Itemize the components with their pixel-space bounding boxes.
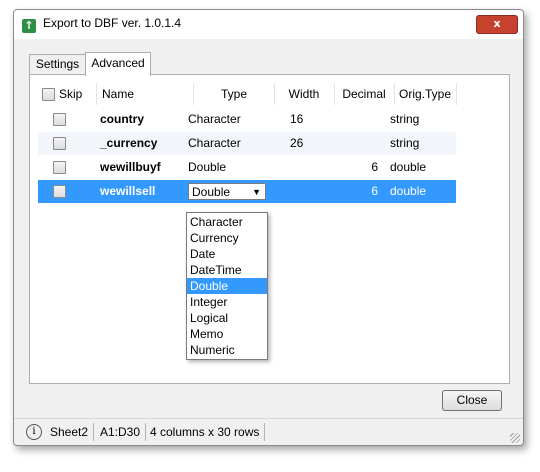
field-name: wewillbuyf xyxy=(100,160,161,174)
skip-checkbox[interactable] xyxy=(53,161,66,174)
table-row[interactable]: _currency Character 26 string xyxy=(38,132,456,155)
field-decimal[interactable]: 6 xyxy=(354,180,378,203)
type-select[interactable]: Double ▼ xyxy=(188,183,266,200)
type-option-double[interactable]: Double xyxy=(187,278,267,294)
field-name: _currency xyxy=(100,136,158,150)
info-icon: i xyxy=(26,424,42,440)
field-orig-type: double xyxy=(390,184,427,198)
header-decimal[interactable]: Decimal xyxy=(334,83,395,105)
header-orig-type[interactable]: Orig.Type xyxy=(394,83,457,105)
status-range: A1:D30 xyxy=(100,423,147,441)
window-title: Export to DBF ver. 1.0.1.4 xyxy=(43,16,182,30)
field-width[interactable]: 26 xyxy=(290,132,303,155)
field-orig-type: string xyxy=(390,112,420,126)
skip-checkbox[interactable] xyxy=(53,113,66,126)
type-select-value: Double xyxy=(192,185,231,199)
field-name: country xyxy=(100,112,145,126)
field-orig-type: string xyxy=(390,136,420,150)
header-skip-label: Skip xyxy=(59,87,83,101)
type-option-integer[interactable]: Integer xyxy=(187,294,267,310)
type-option-logical[interactable]: Logical xyxy=(187,310,267,326)
type-option-numeric[interactable]: Numeric xyxy=(187,342,267,358)
type-dropdown-list: Character Currency Date DateTime Double … xyxy=(186,212,268,360)
type-option-memo[interactable]: Memo xyxy=(187,326,267,342)
chevron-down-icon[interactable]: ▼ xyxy=(252,184,261,200)
resize-grip-icon[interactable] xyxy=(510,433,520,443)
field-type[interactable]: Double xyxy=(188,156,226,179)
table-row[interactable]: wewillbuyf Double 6 double xyxy=(38,156,456,179)
export-dialog-window: ↑ Export to DBF ver. 1.0.1.4 x Settings … xyxy=(13,9,524,446)
field-type[interactable]: Character xyxy=(188,108,241,131)
tab-advanced[interactable]: Advanced xyxy=(85,52,151,76)
header-name[interactable]: Name xyxy=(96,83,194,105)
skip-checkbox[interactable] xyxy=(53,137,66,150)
type-option-character[interactable]: Character xyxy=(187,214,267,230)
field-decimal[interactable]: 6 xyxy=(354,156,378,179)
type-option-datetime[interactable]: DateTime xyxy=(187,262,267,278)
field-width[interactable]: 16 xyxy=(290,108,303,131)
field-type[interactable]: Character xyxy=(188,132,241,155)
field-decimal[interactable] xyxy=(354,108,378,131)
app-arrow-icon: ↑ xyxy=(22,19,36,33)
status-bar: i Sheet2 A1:D30 4 columns x 30 rows xyxy=(14,418,523,445)
field-name: wewillsell xyxy=(100,184,156,198)
tab-settings[interactable]: Settings xyxy=(29,54,86,74)
header-skip[interactable]: Skip xyxy=(38,83,97,105)
type-option-currency[interactable]: Currency xyxy=(187,230,267,246)
header-type[interactable]: Type xyxy=(194,83,275,105)
field-orig-type: double xyxy=(390,160,427,174)
header-width[interactable]: Width xyxy=(274,83,335,105)
status-sheet: Sheet2 xyxy=(50,423,95,441)
skip-checkbox[interactable] xyxy=(53,185,66,198)
field-decimal[interactable] xyxy=(354,132,378,155)
status-size: 4 columns x 30 rows xyxy=(150,423,266,441)
type-option-date[interactable]: Date xyxy=(187,246,267,262)
skip-all-checkbox[interactable] xyxy=(42,88,55,101)
title-bar: ↑ Export to DBF ver. 1.0.1.4 x xyxy=(14,10,523,39)
table-row[interactable]: country Character 16 string xyxy=(38,108,456,131)
close-button[interactable]: Close xyxy=(442,390,502,411)
grid-header: Skip Name Type Width Decimal Orig.Type xyxy=(38,83,457,105)
advanced-panel: Skip Name Type Width Decimal Orig.Type c… xyxy=(29,74,510,384)
table-row-selected[interactable]: wewillsell Double ▼ 6 double xyxy=(38,180,456,203)
window-close-button[interactable]: x xyxy=(476,15,518,34)
